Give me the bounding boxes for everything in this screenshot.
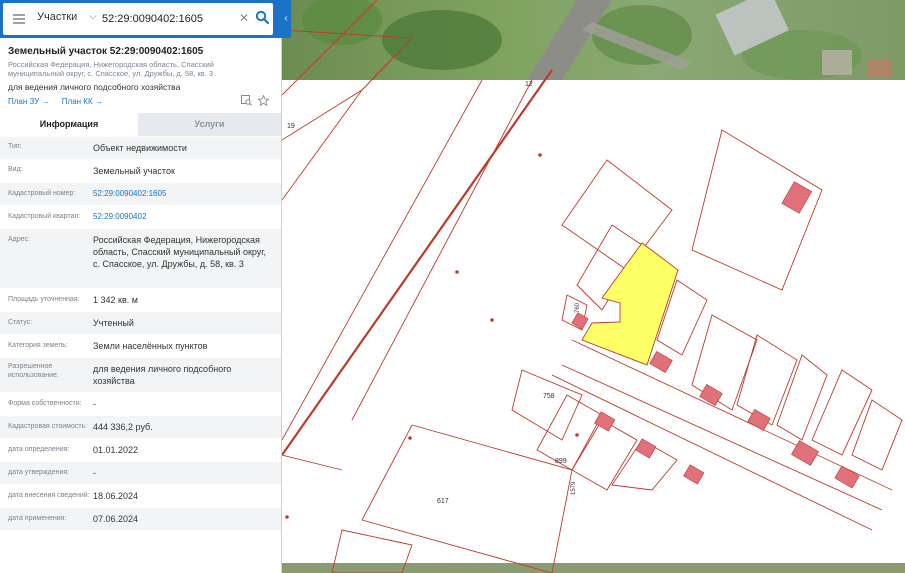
row-value: 18.06.2024 [93,491,139,501]
row-label: дата определения: [8,446,70,453]
row-label: Площадь уточненная: [8,296,80,303]
row-label: Кадастровая стоимость: [8,423,88,430]
row-label: дата утверждения: [8,469,70,476]
tab-bar: Информация Услуги [0,113,281,136]
label-760: 760 [575,302,581,313]
row-value: - [93,468,96,478]
satellite-imagery-bottom [282,563,905,573]
row-label: дата применения: [8,515,67,522]
object-address: Российская Федерация, Нижегородская обла… [8,60,214,78]
search-icon[interactable] [255,10,269,24]
table-row: дата утверждения: - [0,462,281,485]
object-purpose: для ведения личного подсобного хозяйства [8,82,181,92]
table-row: Форма собственности: - [0,393,281,416]
label-19: 19 [287,123,295,130]
table-row: Кадастровая стоимость: 444 336,2 руб. [0,416,281,439]
row-label: Вид: [8,166,23,173]
search-input[interactable] [100,9,236,29]
tab-services[interactable]: Услуги [138,113,281,136]
label-1579: 1579 [571,481,577,495]
search-type-label: Участки [37,11,78,23]
row-value: Учтенный [93,318,134,328]
menu-icon[interactable] [13,14,25,24]
search-bar: Участки ⌵ ✕ [0,0,281,38]
table-row: дата определения: 01.01.2022 [0,439,281,462]
tab-information[interactable]: Информация [0,113,138,136]
row-label: Разрешенное использование: [8,363,59,379]
row-label: Тип: [8,143,22,150]
info-panel: Участки ⌵ ✕ Земельный участок 52:29:0090… [0,0,282,573]
label-road: 12 [525,81,533,88]
row-label: Форма собственности: [8,400,82,407]
row-label: Статус: [8,319,33,326]
table-row: дата внесения сведений: 18.06.2024 [0,485,281,508]
bookmark-search-icon[interactable] [241,95,252,106]
table-row: дата применения: 07.06.2024 [0,508,281,531]
cadastral-quarter-link[interactable]: 52:29:0090402 [93,206,281,228]
map-canvas[interactable]: 12 19 758 899 617 1579 760 [282,0,905,573]
label-758: 758 [543,393,555,400]
chevron-down-icon: ⌵ [89,11,97,22]
row-value: для ведения личного подсобного хозяйства [93,364,232,386]
search-box: Участки ⌵ ✕ [3,3,273,35]
row-label: Кадастровый квартал: [8,213,81,220]
star-icon[interactable] [258,95,269,106]
table-row: Статус: Учтенный [0,312,281,335]
row-value: Земельный участок [93,166,175,176]
plan-kk-link[interactable]: План КК → [62,97,103,106]
clear-icon[interactable]: ✕ [239,11,249,25]
row-value: - [93,399,96,409]
row-value: Земли населённых пунктов [93,341,208,351]
row-value: 1 342 кв. м [93,295,138,305]
row-label: дата внесения сведений: [8,492,90,499]
row-value: 01.01.2022 [93,445,139,455]
map-view[interactable]: 12 19 758 899 617 1579 760 [282,0,905,573]
row-label: Адрес: [8,236,30,243]
satellite-imagery-top [282,0,905,80]
cadastral-number-link[interactable]: 52:29:0090402:1605 [93,183,281,205]
object-title: Земельный участок 52:29:0090402:1605 [8,46,204,57]
plan-links: План ЗУ → План КК → [8,97,113,106]
row-value: Объект недвижимости [93,143,187,153]
property-table: Тип: Объект недвижимости Вид: Земельный … [0,137,281,531]
plan-zu-link[interactable]: План ЗУ → [8,97,50,106]
table-row: Категория земель: Земли населённых пункт… [0,335,281,358]
label-617: 617 [437,498,449,505]
row-label: Кадастровый номер: [8,190,76,197]
table-row: Тип: Объект недвижимости [0,137,281,160]
table-row: Адрес: Российская Федерация, Нижегородск… [0,229,281,289]
table-row: Кадастровый номер: 52:29:0090402:1605 [0,183,281,206]
table-row: Площадь уточненная: 1 342 кв. м [0,289,281,312]
table-row: Кадастровый квартал: 52:29:0090402 [0,206,281,229]
row-value: 444 336,2 руб. [93,422,153,432]
table-row: Разрешенное использование: для ведения л… [0,358,281,393]
row-value: Российская Федерация, Нижегородская обла… [93,235,266,269]
table-row: Вид: Земельный участок [0,160,281,183]
label-899: 899 [555,458,567,465]
collapse-panel-button[interactable]: ‹ [281,0,291,38]
row-label: Категория земель: [8,342,68,349]
search-type-select[interactable]: Участки ⌵ [37,11,97,23]
row-value: 07.06.2024 [93,514,139,524]
